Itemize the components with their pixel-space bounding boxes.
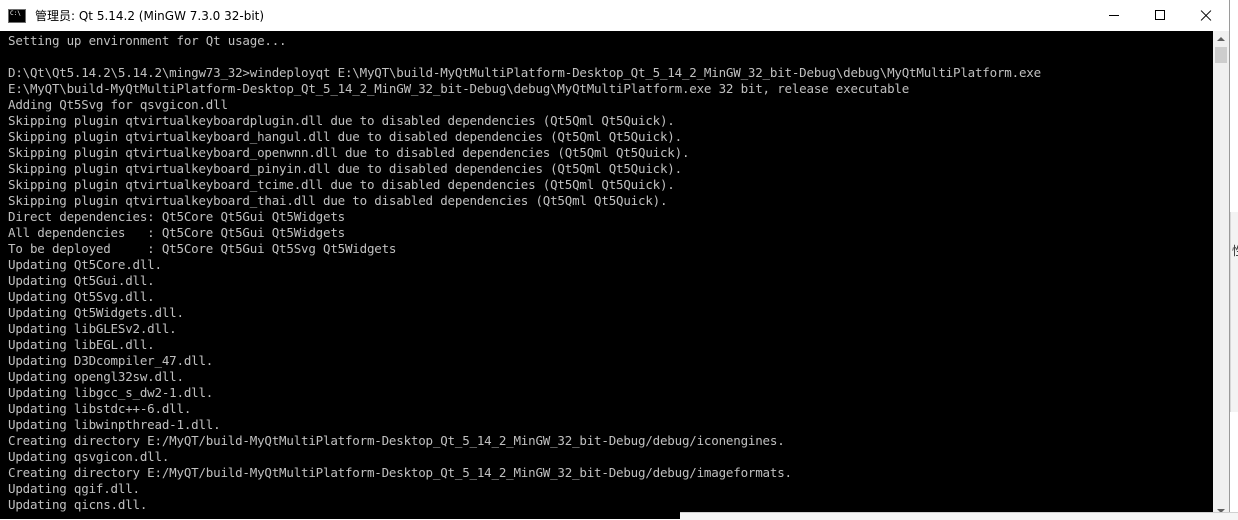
console-line: E:\MyQT\build-MyQtMultiPlatform-Desktop_… [8,81,910,96]
console-line: Creating directory E:/MyQT/build-MyQtMul… [8,433,785,448]
console-line: Skipping plugin qtvirtualkeyboard_openwn… [8,145,690,160]
console-line: Setting up environment for Qt usage... [8,33,287,48]
console-lines: Setting up environment for Qt usage... D:… [8,31,1213,513]
window-controls [1091,0,1229,31]
console-line: Skipping plugin qtvirtualkeyboard_pinyin… [8,161,682,176]
console-line: Updating Qt5Widgets.dll. [8,305,184,320]
console-line: Skipping plugin qtvirtualkeyboard_thai.d… [8,193,668,208]
vertical-scrollbar[interactable] [1213,31,1229,519]
background-glyph: 性 [1232,242,1238,259]
console-line: Skipping plugin qtvirtualkeyboard_hangul… [8,129,682,144]
console-line: Updating qgif.dll. [8,481,140,496]
console-line: Adding Qt5Svg for qsvgicon.dll [8,97,228,112]
console-line: Direct dependencies: Qt5Core Qt5Gui Qt5W… [8,209,345,224]
title-bar[interactable]: 管理员: Qt 5.14.2 (MinGW 7.3.0 32-bit) [0,0,1229,31]
console-line: To be deployed : Qt5Core Qt5Gui Qt5Svg Q… [8,241,397,256]
cmd-console-icon[interactable] [8,8,26,23]
console-line: Updating qsvgicon.dll. [8,449,170,464]
console-line: Updating libstdc++-6.dll. [8,401,192,416]
console-line: Skipping plugin qtvirtualkeyboard_tcime.… [8,177,675,192]
scrollbar-thumb[interactable] [1215,47,1227,63]
console-line: Updating Qt5Core.dll. [8,257,162,272]
background-panel: 性 [1230,212,1238,412]
console-line: Updating Qt5Gui.dll. [8,273,155,288]
console-line: All dependencies : Qt5Core Qt5Gui Qt5Wid… [8,225,345,240]
maximize-icon[interactable] [1137,0,1183,31]
console-line: D:\Qt\Qt5.14.2\5.14.2\mingw73_32>windepl… [8,65,1041,80]
console-output[interactable]: Setting up environment for Qt usage... D:… [0,31,1213,519]
console-line: Creating directory E:/MyQT/build-MyQtMul… [8,465,792,480]
scroll-up-icon[interactable] [1213,31,1229,47]
close-icon[interactable] [1183,0,1229,31]
window-title: 管理员: Qt 5.14.2 (MinGW 7.3.0 32-bit) [35,9,265,23]
console-window: 管理员: Qt 5.14.2 (MinGW 7.3.0 32-bit) Sett… [0,0,1230,519]
console-line: Skipping plugin qtvirtualkeyboardplugin.… [8,113,675,128]
console-line: Updating libgcc_s_dw2-1.dll. [8,385,214,400]
console-line: Updating qicns.dll. [8,497,148,512]
minimize-icon[interactable] [1091,0,1137,31]
console-line: Updating opengl32sw.dll. [8,369,184,384]
console-line: Updating D3Dcompiler_47.dll. [8,353,214,368]
console-line: Updating libGLESv2.dll. [8,321,177,336]
background-window: 性 [1230,0,1238,519]
console-line: Updating Qt5Svg.dll. [8,289,155,304]
console-line: Updating libwinpthread-1.dll. [8,417,221,432]
console-line: Updating libEGL.dll. [8,337,155,352]
